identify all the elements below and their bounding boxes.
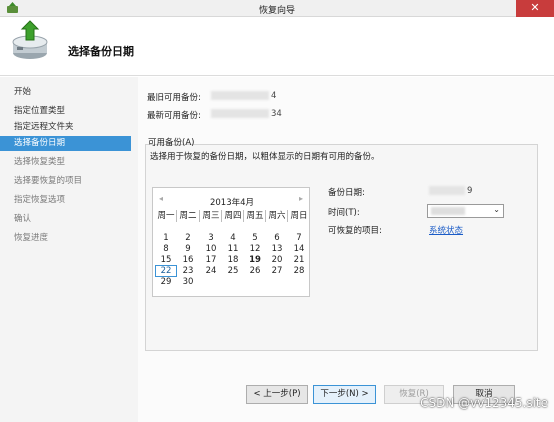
time-label: 时间(T): — [328, 208, 360, 218]
calendar-column-divider — [221, 210, 222, 222]
sidebar-item-recovery-options: 指定恢复选项 — [14, 195, 66, 205]
calendar-column-divider — [199, 210, 200, 222]
newest-backup-value: 34 — [211, 109, 282, 119]
watermark: CSDN @vv12345.site — [420, 396, 548, 410]
backup-date-value: 9 — [429, 186, 472, 196]
window-title: 恢复向导 — [258, 6, 295, 16]
sidebar-item-confirm: 确认 — [14, 214, 32, 224]
sidebar-item-location-type: 指定位置类型 — [14, 106, 66, 116]
calendar-column-divider — [176, 210, 177, 222]
calendar-weekday-header: 周一 — [157, 211, 175, 221]
recoverable-items-label: 可恢复的项目: — [328, 226, 382, 236]
back-button[interactable]: < 上一步(P) — [246, 385, 308, 404]
system-state-link[interactable]: 系统状态 — [429, 224, 463, 236]
calendar-weekday-header: 周日 — [290, 211, 308, 221]
sidebar-item-progress: 恢复进度 — [14, 233, 49, 243]
calendar-day[interactable]: 25 — [222, 265, 244, 277]
calendar-day[interactable]: 29 — [155, 276, 177, 288]
calendar-day[interactable]: 27 — [266, 265, 288, 277]
sidebar-item-start: 开始 — [14, 87, 32, 97]
calendar-day[interactable]: 28 — [288, 265, 310, 277]
wizard-steps-sidebar: 开始 指定位置类型 指定远程文件夹 选择备份日期 选择恢复类型 选择要恢复的项目… — [0, 77, 138, 422]
calendar-column-divider — [287, 210, 288, 222]
calendar-day[interactable]: 26 — [244, 265, 266, 277]
available-backups-description: 选择用于恢复的备份日期，以粗体显示的日期有可用的备份。 — [150, 152, 380, 162]
close-button[interactable]: ✕ — [516, 0, 554, 17]
calendar-weekday-header: 周三 — [202, 211, 220, 221]
title-bar: 恢复向导 ✕ — [0, 0, 554, 17]
calendar-month-title[interactable]: 2013年4月 — [153, 196, 311, 208]
backup-calendar[interactable]: ◂ 2013年4月 ▸ 周一 周二 周三 周四 周五 周六 周日 1 2 3 4 5 6 7 8 9 10 11 1… — [152, 187, 310, 297]
available-backups-title: 可用备份(A) — [148, 138, 195, 148]
calendar-weekday-header: 周五 — [246, 211, 264, 221]
chevron-down-icon: ⌄ — [493, 205, 500, 214]
backup-date-label: 备份日期: — [328, 188, 365, 198]
time-dropdown[interactable]: ⌄ — [427, 204, 504, 218]
oldest-backup-value: 4 — [211, 91, 276, 101]
sidebar-item-select-items: 选择要恢复的项目 — [14, 176, 83, 186]
sidebar-item-backup-date: 选择备份日期 — [0, 136, 131, 151]
calendar-day[interactable]: 24 — [200, 265, 222, 277]
next-month-button[interactable]: ▸ — [299, 194, 303, 203]
wizard-header: 选择备份日期 — [0, 18, 554, 76]
newest-backup-label: 最新可用备份: — [147, 111, 201, 121]
calendar-column-divider — [243, 210, 244, 222]
page-title: 选择备份日期 — [68, 45, 134, 58]
restore-wizard-icon — [12, 20, 48, 59]
next-button[interactable]: 下一步(N) > — [313, 385, 376, 404]
calendar-weekday-header: 周六 — [268, 211, 286, 221]
calendar-column-divider — [265, 210, 266, 222]
calendar-weekday-header: 周四 — [224, 211, 242, 221]
sidebar-item-recovery-type: 选择恢复类型 — [14, 157, 66, 167]
sidebar-item-remote-folder: 指定远程文件夹 — [14, 122, 74, 132]
calendar-day[interactable]: 30 — [177, 276, 199, 288]
oldest-backup-label: 最旧可用备份: — [147, 93, 201, 103]
calendar-weekday-header: 周二 — [179, 211, 197, 221]
